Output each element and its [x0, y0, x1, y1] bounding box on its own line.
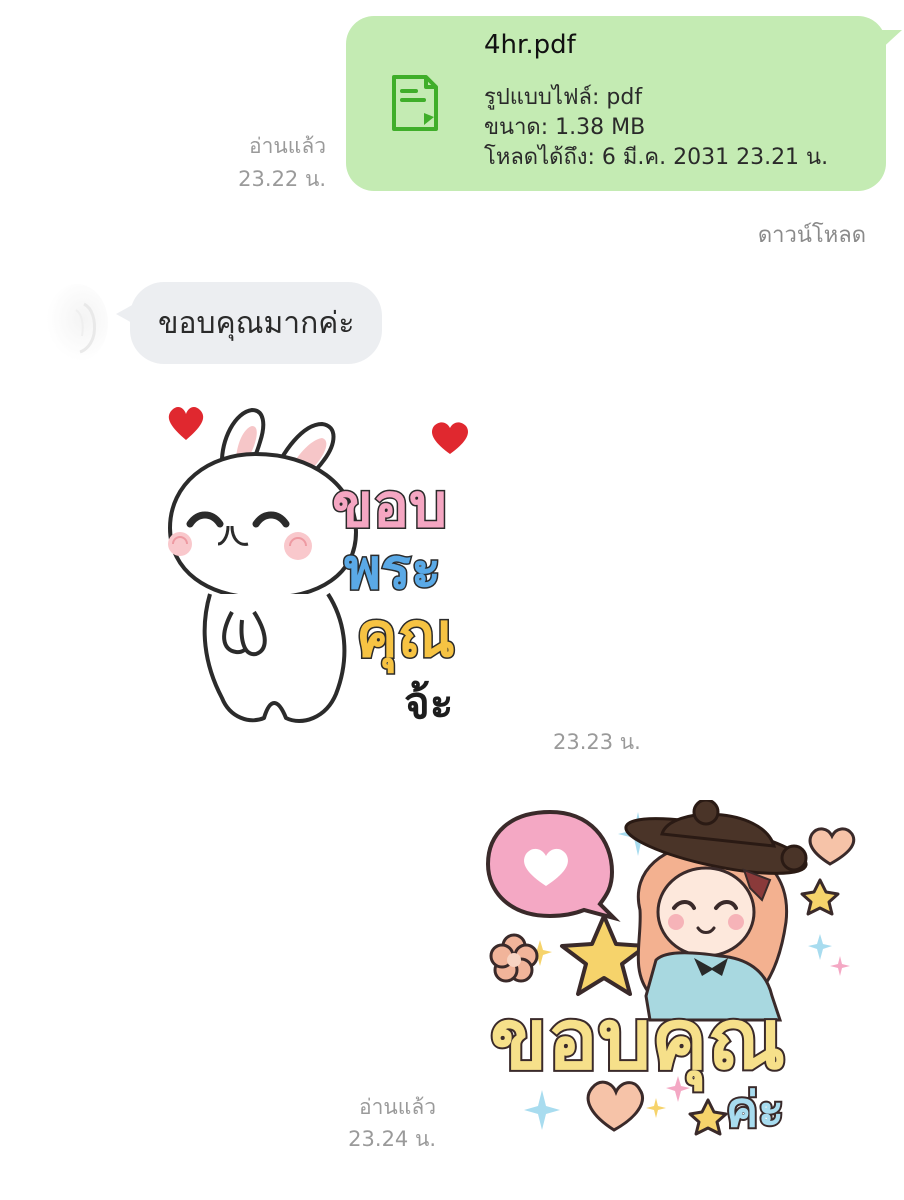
sticker-line-2: พระ	[344, 537, 441, 602]
sticker-line-3: คุณ	[356, 598, 455, 673]
message-text: ขอบคุณมากค่ะ	[158, 305, 355, 341]
file-size: ขนาด: 1.38 MB	[484, 115, 646, 140]
heart-icon	[808, 827, 856, 866]
star-icon	[688, 1098, 728, 1136]
girl-thank-you-sticker[interactable]: ขอบคุณ ค่ะ	[480, 800, 864, 1140]
star-icon	[560, 914, 648, 996]
read-receipt: อ่านแล้ว	[249, 134, 326, 158]
file-expiry: โหลดได้ถึง: 6 มี.ค. 2031 23.21 น.	[484, 145, 829, 170]
file-name[interactable]: 4hr.pdf	[484, 30, 576, 60]
file-type: รูปแบบไฟล์: pdf	[484, 85, 643, 110]
sparkle-icon	[524, 1090, 560, 1130]
sticker-line-2: ค่ะ	[726, 1082, 784, 1138]
heart-icon	[168, 407, 204, 440]
avatar[interactable]	[46, 284, 108, 362]
download-link[interactable]: ดาวน์โหลด	[758, 217, 866, 252]
flower-icon	[489, 933, 539, 983]
heart-icon	[586, 1080, 644, 1132]
document-icon	[392, 75, 438, 131]
message-time: 23.23 น.	[553, 730, 641, 754]
message-time: 23.24 น.	[348, 1127, 436, 1151]
sticker-line-1: ขอบคุณ	[490, 990, 785, 1092]
heart-icon	[431, 422, 469, 454]
sparkle-icon	[808, 934, 832, 960]
sparkle-icon	[646, 1098, 666, 1118]
sparkle-icon	[830, 956, 850, 976]
avatar-placeholder-icon	[75, 302, 96, 354]
read-receipt: อ่านแล้ว	[359, 1095, 436, 1119]
message-time: 23.22 น.	[238, 167, 326, 191]
star-icon	[800, 878, 840, 916]
sticker-line-1: ขอบ	[332, 471, 447, 541]
file-bubble-tail	[878, 30, 902, 52]
sticker-line-4: จ้ะ	[404, 678, 453, 729]
incoming-text-bubble[interactable]: ขอบคุณมากค่ะ	[130, 282, 383, 364]
rabbit-thank-you-sticker[interactable]: ขอบ พระ คุณ จ้ะ	[160, 398, 505, 738]
